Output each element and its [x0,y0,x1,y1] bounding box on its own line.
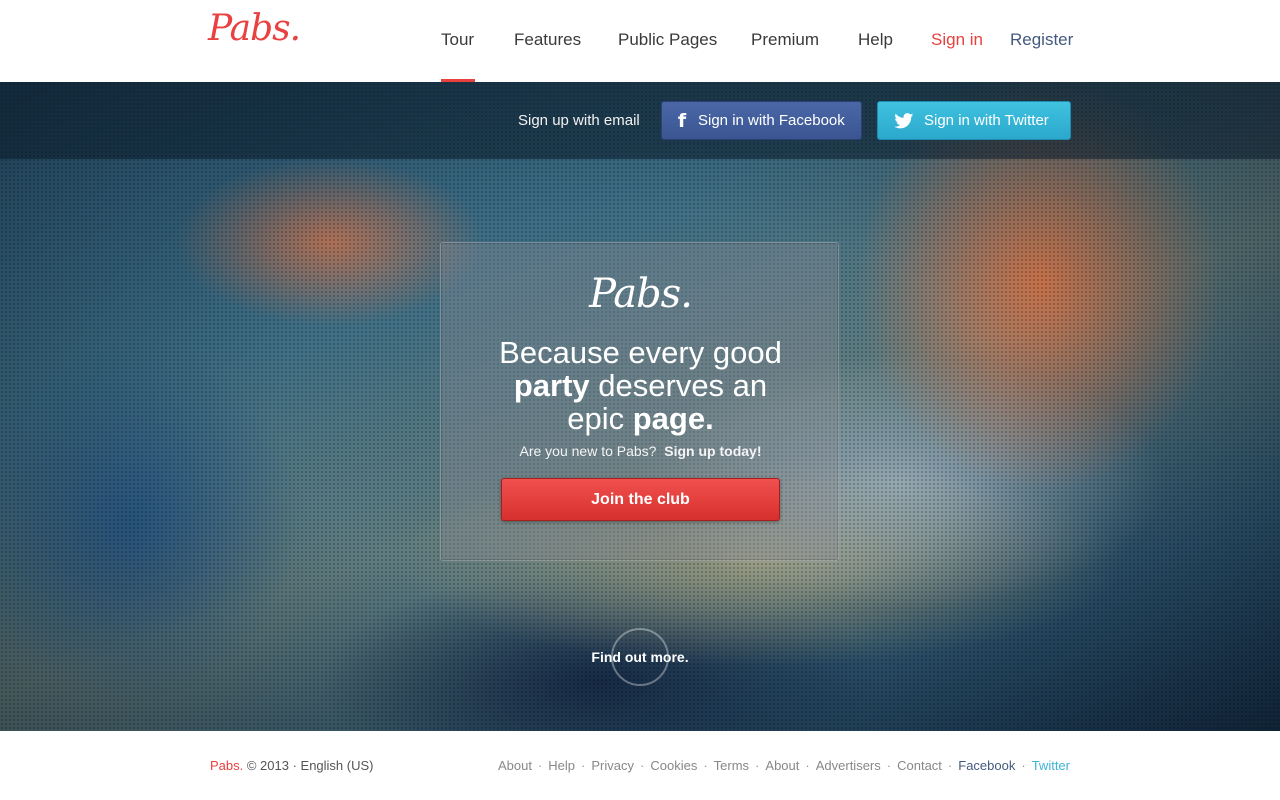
footer-separator: · [1021,758,1026,773]
nav-premium[interactable]: Premium [751,30,819,50]
tagline-line-3: epic [567,401,633,436]
footer-separator: · [886,758,892,773]
facebook-icon: f [677,109,687,132]
new-user-question: Are you new to Pabs? [519,443,657,459]
promo-tagline: Because every good party deserves an epi… [441,336,840,435]
join-club-button[interactable]: Join the club [501,478,780,521]
footer-separator: · [640,758,645,773]
brand-logo[interactable]: Pabs. [208,8,301,49]
hero-section: Sign up with email f Sign in with Facebo… [0,82,1280,731]
footer-separator: · [581,758,586,773]
footer-separator: · [703,758,708,773]
nav-features[interactable]: Features [514,30,581,50]
tagline-line-1: Because every good [499,335,782,370]
footer-link-about-2[interactable]: About [765,758,799,773]
footer-separator: · [755,758,760,773]
footer-separator: · [537,758,543,773]
footer-copyright: Pabs. © 2013 · English (US) [210,758,374,773]
twitter-signin-button[interactable]: Sign in with Twitter [877,101,1071,140]
social-signin-bar: Sign up with email f Sign in with Facebo… [0,82,1280,159]
tagline-emphasis-party: party [513,368,590,403]
page-footer: Pabs. © 2013 · English (US) About · Help ·… [0,731,1280,800]
promo-panel: Pabs. Because every good party deserves … [440,242,839,561]
twitter-signin-label: Sign in with Twitter [924,112,1049,129]
promo-logo: Pabs. [589,271,693,317]
facebook-signin-button[interactable]: f Sign in with Facebook [661,101,862,140]
signup-today-link[interactable]: Sign up today! [664,443,761,459]
nav-help[interactable]: Help [858,30,893,50]
tagline-line-2: deserves an [589,368,768,403]
footer-separator: · [947,758,953,773]
footer-link-privacy[interactable]: Privacy [591,758,634,773]
twitter-bird-icon [894,112,914,128]
footer-link-help[interactable]: Help [548,758,575,773]
nav-register[interactable]: Register [1010,30,1073,50]
tagline-emphasis-page: page. [632,401,714,436]
footer-link-facebook[interactable]: Facebook [958,758,1015,773]
footer-link-about[interactable]: About [498,758,532,773]
footer-link-cookies[interactable]: Cookies [650,758,697,773]
facebook-signin-label: Sign in with Facebook [698,112,845,129]
nav-sign-in[interactable]: Sign in [931,30,983,50]
top-navigation: Pabs. Tour Features Public Pages Premium… [0,0,1280,82]
new-user-prompt: Are you new to Pabs? Sign up today! [441,443,840,459]
footer-link-advertisers[interactable]: Advertisers [816,758,881,773]
footer-separator: · [805,758,810,773]
footer-link-terms[interactable]: Terms [714,758,749,773]
nav-public-pages[interactable]: Public Pages [618,30,717,50]
footer-link-contact[interactable]: Contact [897,758,942,773]
footer-links: About · Help · Privacy · Cookies · Terms · Ab… [498,758,1070,773]
footer-brand[interactable]: Pabs. [210,758,243,773]
signup-email-link[interactable]: Sign up with email [518,112,640,129]
nav-tour[interactable]: Tour [441,30,474,50]
footer-link-twitter[interactable]: Twitter [1032,758,1070,773]
footer-copyright-text: © 2013 · English (US) [243,758,374,773]
find-out-more-link[interactable]: Find out more. [560,649,720,665]
